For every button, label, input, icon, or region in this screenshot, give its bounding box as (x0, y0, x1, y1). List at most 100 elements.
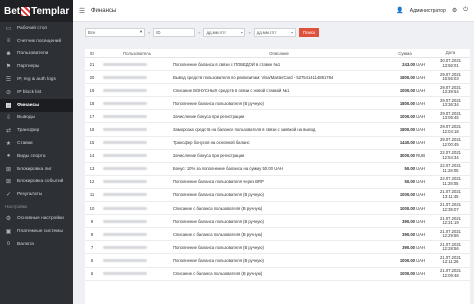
sum-amount: 3000.00 (399, 153, 415, 159)
date-from-input[interactable]: дд.мм.гггг ▪ (203, 27, 246, 37)
table-row[interactable]: 9 Пополнение баланса пользователя (В ручн… (85, 215, 470, 229)
table-row[interactable]: 6 Пополнение баланса пользователя (В ручн… (85, 254, 470, 268)
sum-amount: 1000.00 (399, 257, 415, 263)
cell-user[interactable] (99, 166, 171, 171)
sidebar-item-transfer[interactable]: ⇄ Трансфер (0, 124, 73, 137)
sidebar-item-block[interactable]: ⊘ IP block list (0, 86, 73, 99)
table-row[interactable]: 16 Заморозка средств на балансе пользоват… (85, 123, 470, 137)
hamburger-menu-icon[interactable]: ☰ (73, 7, 91, 15)
table-row[interactable]: 10 Списание с баланса пользователя (В руч… (85, 202, 470, 216)
sidebar-item-payment[interactable]: ▣ Платежные системы (0, 225, 73, 238)
table-row[interactable]: 11 Пополнение баланса пользователя (В руч… (85, 189, 470, 203)
redacted-user (103, 232, 147, 236)
sidebar-item-log[interactable]: ☰ IP, reg & auth logs (0, 73, 73, 86)
header-desc[interactable]: Описание (171, 51, 385, 56)
table-row[interactable]: 15 Трансфер бонусов на основной баланс 144… (85, 137, 470, 150)
sidebar-item-users[interactable]: ☻ Пользователи (0, 48, 73, 61)
cell-sum: 1440.00 UAH (385, 140, 431, 145)
table-row[interactable]: 7 Пополнение баланса пользователя (В ручн… (85, 241, 470, 255)
cell-user[interactable] (99, 101, 171, 106)
id-input[interactable]: ID (153, 27, 196, 37)
table-row[interactable]: 13 Бонус: 10% за пополнение баланса на су… (85, 163, 470, 176)
table-row[interactable]: 19 Списание БОНУСНЫХ средств в связи с но… (85, 84, 470, 98)
header-date[interactable]: Дата (431, 50, 470, 56)
sum-currency: UAH (416, 61, 425, 67)
cell-id: 12 (89, 179, 95, 185)
sidebar-item-label: Пользователи (17, 51, 49, 57)
sum-currency: UAH (416, 244, 425, 250)
cell-user[interactable] (99, 245, 171, 250)
sidebar-item-lock[interactable]: ⊠ Блокировка событий (0, 176, 73, 189)
sum-amount: 390.00 (402, 218, 415, 224)
calendar-icon[interactable]: ▪ (291, 30, 293, 35)
cell-user[interactable] (99, 219, 171, 224)
sidebar-item-lock[interactable]: ⊠ Блокировка лиг (0, 163, 73, 176)
sum-currency: RUB (416, 153, 425, 159)
header-sum[interactable]: Сумма (385, 51, 431, 56)
cell-user[interactable] (99, 75, 171, 80)
payment-icon: ▣ (5, 228, 12, 235)
sum-currency: UAH (416, 271, 425, 277)
cell-user[interactable] (99, 192, 171, 197)
table-body: 21 Пополнение баланса в связи с ПОБЕДОЙ в… (85, 58, 470, 281)
table-row[interactable]: 18 Пополнение баланса пользователя (В руч… (85, 97, 470, 111)
sidebar-item-counter[interactable]: ≡ Счетчик посещений (0, 35, 73, 48)
cell-sum: 1000.00 UAH (385, 88, 431, 93)
cell-date: 21.07.2021 12:35:07 (431, 203, 470, 212)
redacted-user (103, 62, 147, 66)
table-row[interactable]: 14 Зачисление бонуса при регистрации 3000.… (85, 150, 470, 163)
sidebar-item-gear[interactable]: ⚙ Основные настройки (0, 212, 73, 225)
user-icon[interactable]: 👤 (396, 7, 403, 14)
lock-icon: ⊠ (5, 166, 12, 173)
table-row[interactable]: 20 Вывод средств пользователя по реквизит… (85, 71, 470, 85)
calendar-icon[interactable]: ▪ (241, 30, 243, 35)
time-value: 15:55:03 (442, 76, 459, 82)
separator: » (248, 29, 251, 35)
sidebar-item-bets[interactable]: ★ Ставки (0, 137, 73, 150)
cell-user[interactable] (99, 206, 171, 211)
table-row[interactable]: 21 Пополнение баланса в связи с ПОБЕДОЙ в… (85, 58, 470, 72)
cell-user[interactable] (99, 127, 171, 132)
cell-desc: Зачисление бонуса при регистрации (173, 153, 245, 159)
sidebar-item-currency[interactable]: ¤ Валюта (0, 238, 73, 251)
chevron-down-icon: ▾ (139, 29, 142, 34)
sidebar-item-desktop[interactable]: ▭ Рабочий стол (0, 22, 73, 35)
cell-desc: Списание с баланса пользователя (В ручну… (173, 231, 263, 237)
sidebar-item-sport[interactable]: ● Виды спорта (0, 150, 73, 163)
logo[interactable]: Bet Templar (0, 0, 73, 22)
cell-user[interactable] (99, 88, 171, 93)
table-row[interactable]: 8 Списание с баланса пользователя (В ручн… (85, 228, 470, 242)
table-row[interactable]: 5 Списание с баланса пользователя (В ручн… (85, 268, 470, 281)
cell-user[interactable] (99, 140, 171, 145)
sum-currency: UAH (416, 140, 425, 146)
sidebar-item-withdraw[interactable]: ⇩ Выводы (0, 112, 73, 125)
header-id[interactable]: ID (85, 51, 99, 56)
sidebar-item-partners[interactable]: ⚑ Партнеры (0, 60, 73, 73)
cell-user[interactable] (99, 232, 171, 237)
cell-user[interactable] (99, 179, 171, 184)
gear-icon[interactable]: ⚙ (452, 7, 457, 14)
table-row[interactable]: 17 Зачисление бонуса при регистрации 1000.… (85, 110, 470, 124)
cell-desc: Трансфер бонусов на основной баланс (173, 140, 250, 146)
cell-user[interactable] (99, 114, 171, 119)
cell-user[interactable] (99, 153, 171, 158)
date-to-input[interactable]: дд.мм.гггг ▪ (253, 27, 296, 37)
type-select[interactable]: Все ▾ (85, 27, 145, 37)
search-button[interactable]: Поиск (298, 27, 320, 37)
sidebar-item-results[interactable]: ✓ Результаты (0, 188, 73, 201)
cell-user[interactable] (99, 62, 171, 67)
sidebar-item-finance[interactable]: ▤ Финансы (0, 98, 73, 112)
power-icon[interactable]: ⏻ (463, 7, 468, 14)
cell-sum: 50.00 UAH (385, 179, 431, 184)
cell-user[interactable] (99, 258, 171, 263)
header-user[interactable]: Пользователь (99, 51, 171, 56)
cell-sum: 1000.00 UAH (385, 206, 431, 211)
sum-currency: UAH (416, 113, 425, 119)
cell-user[interactable] (99, 271, 171, 276)
cell-date: 21.07.2021 12:09:48 (431, 268, 470, 278)
time-value: 12:29:56 (442, 233, 459, 239)
user-name[interactable]: Администратор (410, 8, 446, 14)
redacted-user (103, 245, 147, 249)
table-row[interactable]: 12 Пополнение баланса пользователя через … (85, 176, 470, 189)
redacted-user (103, 114, 147, 118)
